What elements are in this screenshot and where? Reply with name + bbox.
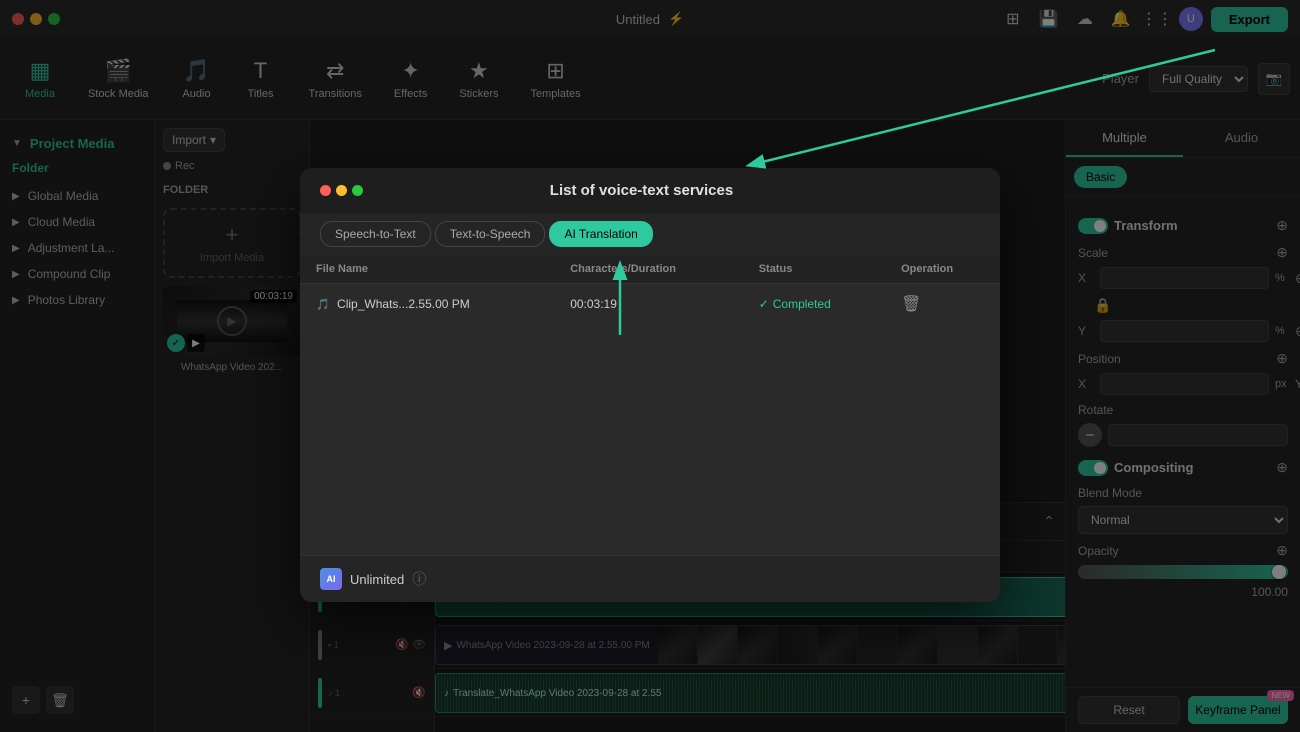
modal-min-button[interactable]	[336, 185, 347, 196]
modal-table-body: 🎵 Clip_Whats...2.55.00 PM 00:03:19 ✓ Com…	[300, 284, 1000, 325]
modal-footer: AI Unlimited ⓘ	[300, 555, 1000, 602]
tab-text-to-speech[interactable]: Text-to-Speech	[435, 221, 546, 247]
col-file-name: File Name	[300, 255, 554, 284]
modal-max-button[interactable]	[352, 185, 363, 196]
modal-overlay: List of voice-text services Speech-to-Te…	[0, 0, 1300, 732]
modal: List of voice-text services Speech-to-Te…	[300, 168, 1000, 602]
tab-ai-translation[interactable]: AI Translation	[549, 221, 652, 247]
check-icon: ✓	[759, 297, 769, 311]
modal-tabs: Speech-to-Text Text-to-Speech AI Transla…	[300, 213, 1000, 255]
cell-operation: 🗑	[885, 284, 1000, 325]
cell-duration: 00:03:19	[554, 284, 743, 325]
modal-traffic-lights	[320, 185, 363, 196]
delete-operation-icon[interactable]: 🗑	[901, 296, 921, 313]
modal-table-head: File Name Characters/Duration Status Ope…	[300, 255, 1000, 284]
status-completed: ✓ Completed	[759, 297, 869, 311]
modal-body: File Name Characters/Duration Status Ope…	[300, 255, 1000, 555]
col-status: Status	[743, 255, 885, 284]
unlimited-text: Unlimited	[350, 572, 404, 587]
ai-icon: AI	[320, 568, 342, 590]
file-icon: 🎵	[316, 299, 330, 311]
table-header-row: File Name Characters/Duration Status Ope…	[300, 255, 1000, 284]
cell-filename: 🎵 Clip_Whats...2.55.00 PM	[300, 284, 554, 325]
modal-close-button[interactable]	[320, 185, 331, 196]
modal-table: File Name Characters/Duration Status Ope…	[300, 255, 1000, 325]
modal-title: List of voice-text services	[550, 182, 733, 199]
status-text: Completed	[773, 297, 831, 311]
table-row: 🎵 Clip_Whats...2.55.00 PM 00:03:19 ✓ Com…	[300, 284, 1000, 325]
col-characters: Characters/Duration	[554, 255, 743, 284]
modal-header-left	[320, 185, 363, 196]
modal-header: List of voice-text services	[300, 168, 1000, 213]
col-operation: Operation	[885, 255, 1000, 284]
tab-speech-to-text[interactable]: Speech-to-Text	[320, 221, 431, 247]
cell-status: ✓ Completed	[743, 284, 885, 325]
ai-label: AI	[327, 574, 336, 584]
info-icon[interactable]: ⓘ	[412, 569, 426, 589]
filename-text: Clip_Whats...2.55.00 PM	[337, 297, 470, 311]
